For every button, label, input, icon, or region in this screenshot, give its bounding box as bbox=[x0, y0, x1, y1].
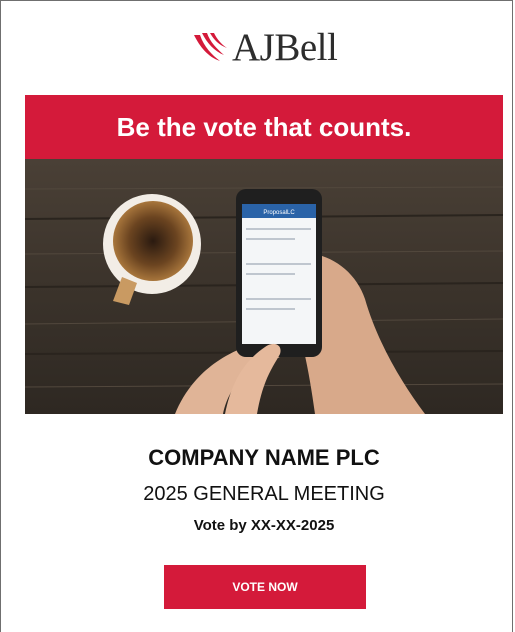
ajbell-swoosh-icon bbox=[194, 33, 227, 61]
ajbell-logo: AJBell bbox=[190, 18, 340, 76]
company-name: COMPANY NAME PLC bbox=[148, 445, 380, 470]
headline-banner: Be the vote that counts. bbox=[25, 95, 503, 159]
logo-wordmark: AJBell bbox=[232, 25, 338, 69]
hero-image: ProposalLC bbox=[25, 159, 503, 414]
headline-text: Be the vote that counts. bbox=[116, 111, 412, 142]
vote-now-button[interactable]: VOTE NOW bbox=[164, 565, 366, 609]
vote-deadline: Vote by XX-XX-2025 bbox=[193, 517, 335, 534]
meeting-title: 2025 GENERAL MEETING bbox=[143, 483, 385, 505]
phone-app-title: ProposalLC bbox=[263, 210, 295, 216]
meeting-info: COMPANY NAME PLC 2025 GENERAL MEETING Vo… bbox=[25, 445, 503, 535]
